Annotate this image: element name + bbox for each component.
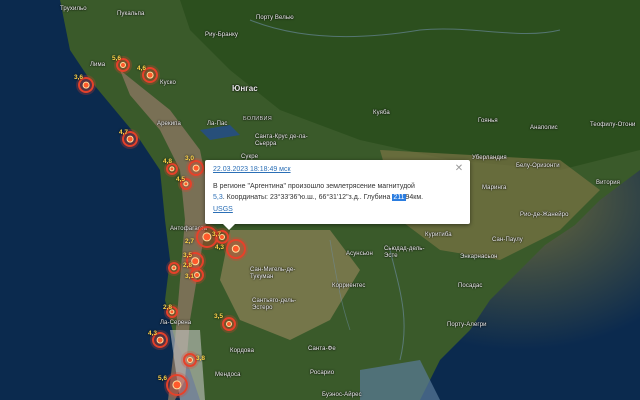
- place-label: Ла-Пас: [207, 121, 228, 127]
- quake-magnitude: 2,7: [185, 238, 195, 245]
- place-label: Рио-де-Жанейро: [520, 212, 569, 218]
- place-label: Гоянья: [478, 118, 498, 124]
- place-label: Мендоса: [215, 372, 241, 378]
- seismic-map[interactable]: Трухильо Пукальпа Порту Велью Риу-Бранку…: [0, 0, 640, 400]
- place-label: Кордова: [230, 348, 255, 354]
- quake-magnitude: 4,5: [176, 176, 186, 183]
- place-label: Риу-Бранку: [205, 32, 238, 38]
- quake-magnitude: 4,3: [148, 330, 158, 337]
- place-label: Витория: [596, 180, 621, 186]
- quake-magnitude: 3,6: [74, 74, 84, 81]
- region-label: Юнгас: [232, 84, 258, 93]
- quake-marker[interactable]: [183, 353, 197, 367]
- place-label: Арекипа: [157, 121, 181, 127]
- place-label: Буэнос-Айрес: [322, 392, 362, 398]
- place-label: Сьюдад-дель-Эсте: [384, 246, 425, 259]
- quake-magnitude: 5,6: [158, 375, 168, 382]
- country-label: БОЛИВИЯ: [243, 116, 273, 122]
- quake-marker[interactable]: [226, 239, 246, 259]
- quake-magnitude: 3,5: [214, 313, 224, 320]
- place-label: Анаполис: [530, 125, 558, 131]
- place-label: Маринга: [482, 185, 507, 191]
- close-icon[interactable]: ✕: [454, 164, 464, 174]
- quake-marker[interactable]: [168, 262, 180, 274]
- magnitude-value: 5,3: [213, 194, 223, 201]
- quake-magnitude: 4,7: [119, 129, 129, 136]
- quake-magnitude: 3,7: [212, 231, 222, 238]
- place-label: Сан-Мигель-де-Тукуман: [250, 267, 296, 280]
- place-label: Порту-Алегри: [447, 322, 487, 328]
- quake-marker[interactable]: [222, 317, 236, 331]
- quake-magnitude: 3,5: [183, 252, 193, 259]
- quake-marker[interactable]: [166, 374, 188, 396]
- place-label: Куритиба: [425, 232, 452, 238]
- quake-magnitude: 5,6: [112, 55, 122, 62]
- quake-magnitude: 3,8: [196, 355, 206, 362]
- place-label: Сантьяго-дель-Эстеро: [252, 298, 297, 311]
- place-label: Трухильо: [60, 6, 87, 12]
- quake-magnitude: 4,8: [163, 158, 173, 165]
- quake-magnitude: 2,8: [183, 262, 193, 269]
- quake-magnitude: 3,1: [185, 273, 195, 280]
- place-label: Посадас: [458, 283, 483, 289]
- place-label: Санта-Фе: [308, 346, 336, 352]
- place-label: Уберландия: [472, 155, 507, 161]
- place-label: Санта-Крус де-ла-Сьерра: [255, 134, 308, 147]
- quake-magnitude: 4,6: [137, 65, 147, 72]
- place-label: Пукальпа: [117, 11, 145, 17]
- quake-magnitude: 2,8: [163, 304, 173, 311]
- place-label: Куско: [160, 80, 176, 86]
- place-label: Белу-Оризонти: [516, 163, 560, 169]
- depth-rest: 94км.: [405, 194, 424, 201]
- quake-magnitude: 4,3: [215, 244, 225, 251]
- quake-info-popup: ✕ 22.03.2023 18:18:49 мск В регионе "Арг…: [205, 160, 470, 230]
- quake-description: В регионе "Аргентина" произошло землетря…: [213, 181, 462, 203]
- description-text: В регионе "Аргентина" произошло землетря…: [213, 183, 415, 190]
- popup-pointer: [223, 224, 235, 230]
- quake-datetime-link[interactable]: 22.03.2023 18:18:49 мск: [213, 166, 291, 173]
- place-label: Корриентес: [332, 283, 366, 289]
- place-label: Теофилу-Отони: [590, 122, 636, 128]
- quake-marker[interactable]: [188, 160, 204, 176]
- place-label: Ла-Серена: [160, 320, 192, 326]
- coordinates-text: . Координаты: 23°33'36"ю.ш., 66°31'12"з.…: [222, 194, 391, 201]
- place-label: Асунсьон: [346, 251, 373, 257]
- place-label: Сан-Паулу: [492, 237, 523, 243]
- place-label: Энкарнасьон: [460, 254, 498, 260]
- place-label: Лима: [90, 62, 106, 68]
- place-label: Росарио: [310, 370, 335, 376]
- place-label: Куяба: [373, 110, 390, 116]
- place-label: Порту Велью: [256, 15, 294, 21]
- quake-magnitude: 3,0: [185, 155, 195, 162]
- source-link[interactable]: USGS: [213, 206, 462, 213]
- depth-highlight: 211: [392, 194, 406, 201]
